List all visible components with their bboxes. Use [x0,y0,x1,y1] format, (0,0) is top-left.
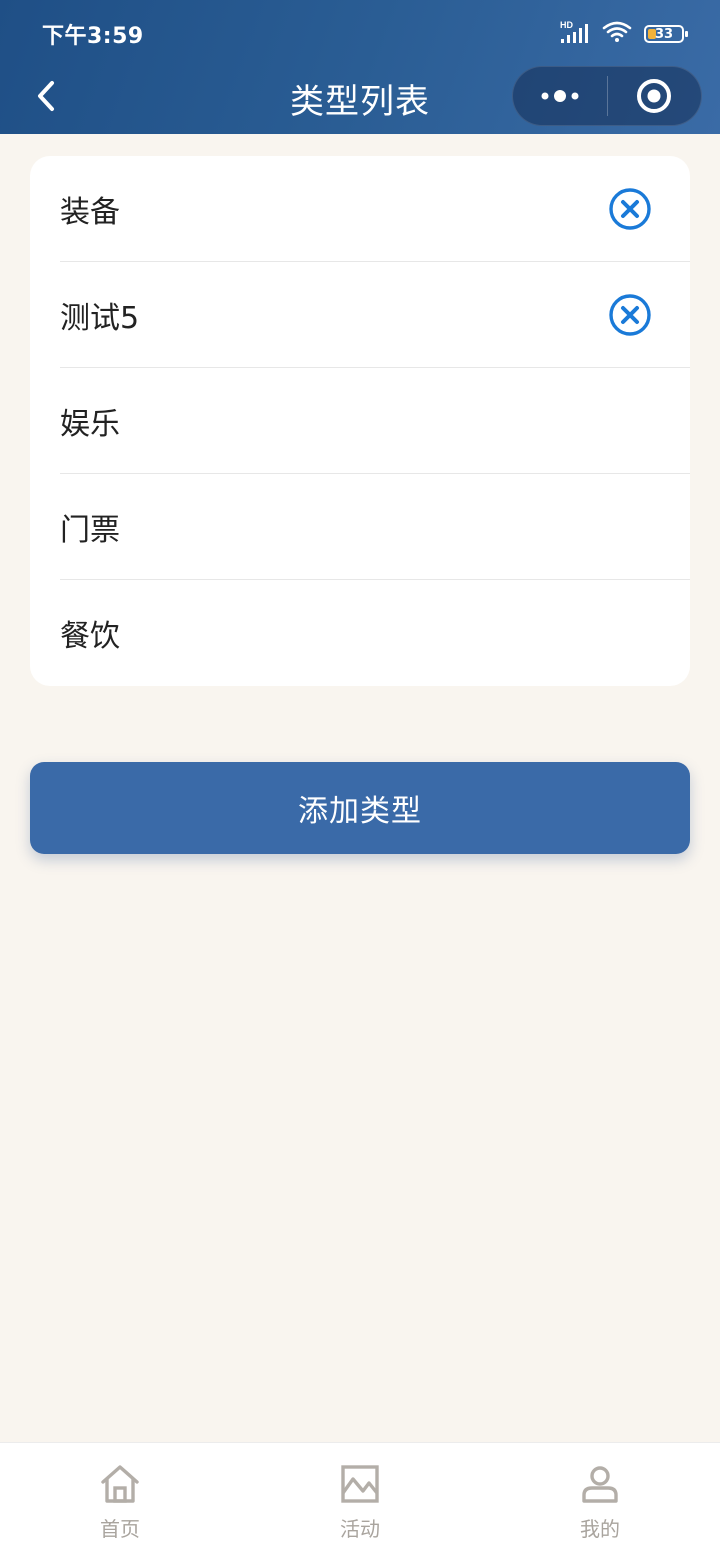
type-row-2[interactable]: 娱乐 [30,368,690,474]
bottom-tab-bar: 首页 活动 我的 [0,1442,720,1560]
close-circle-icon [609,294,651,336]
type-row-0[interactable]: 装备 [30,156,690,262]
tab-activity[interactable]: 活动 [240,1443,480,1560]
more-button[interactable] [513,67,607,125]
type-label: 装备 [60,195,120,230]
tab-home[interactable]: 首页 [0,1443,240,1560]
battery-icon: 33 [644,25,688,43]
tab-label: 首页 [100,1517,140,1541]
wifi-icon [602,20,632,48]
more-dots-icon [541,90,579,102]
tab-mine[interactable]: 我的 [480,1443,720,1560]
add-type-button[interactable]: 添加类型 [30,762,690,854]
type-row-4[interactable]: 餐饮 [30,580,690,686]
type-label: 娱乐 [60,407,120,442]
user-icon [582,1466,618,1503]
type-list: 装备 测试5 娱乐 门票 餐饮 [30,156,690,686]
tab-label: 活动 [340,1517,380,1541]
cellular-signal-icon: HD [560,20,590,48]
delete-type-button[interactable] [608,293,652,337]
miniprogram-capsule [512,66,702,126]
type-row-1[interactable]: 测试5 [30,262,690,368]
target-circle-icon [637,79,672,113]
type-label: 门票 [60,513,120,548]
battery-level: 33 [654,26,674,42]
type-label: 测试5 [60,301,140,336]
close-circle-icon [609,188,651,230]
activity-chart-icon [341,1465,379,1503]
status-time: 下午3:59 [42,24,144,49]
status-icons: HD 33 [560,20,688,48]
network-label: HD [560,20,573,30]
tab-label: 我的 [580,1517,620,1541]
close-miniprogram-button[interactable] [608,67,702,125]
type-label: 餐饮 [60,619,120,654]
delete-type-button[interactable] [608,187,652,231]
type-row-3[interactable]: 门票 [30,474,690,580]
home-icon [101,1465,139,1503]
app-header: 下午3:59 HD 33 类型列表 [0,0,720,134]
